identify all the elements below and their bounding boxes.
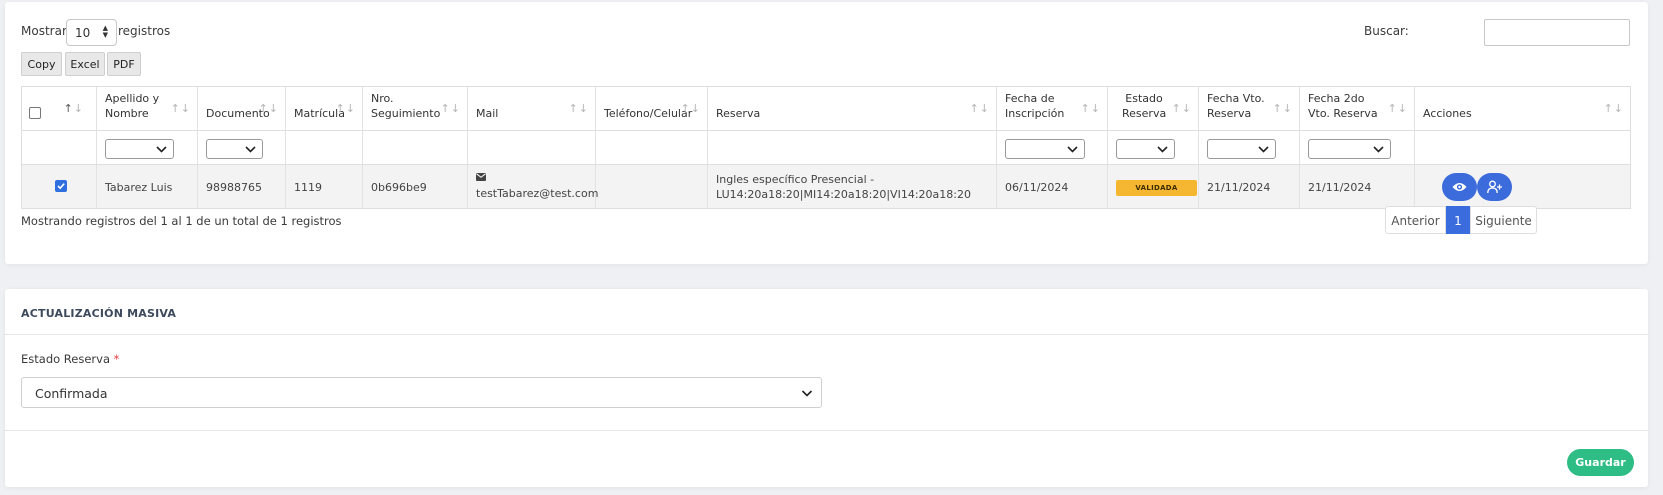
cell-seguimiento: 0b696be9	[371, 181, 427, 194]
view-button[interactable]	[1442, 173, 1477, 201]
page-length-select[interactable]: 10 ▲ ▼	[66, 19, 117, 46]
select-all-checkbox[interactable]	[29, 107, 41, 119]
col-header-select[interactable]: ↑↓	[22, 87, 97, 130]
col-header-telefono[interactable]: Teléfono/Celular ↑↓	[596, 87, 708, 130]
sort-icon: ↑↓	[258, 102, 279, 115]
page-length-value: 10	[75, 26, 91, 40]
chevron-down-icon	[156, 146, 167, 153]
chevron-down-icon	[801, 390, 813, 397]
cell-nombre: Tabarez Luis	[105, 181, 173, 194]
divider	[5, 334, 1648, 335]
sort-icon: ↑↓	[63, 102, 84, 115]
updown-arrows-icon: ▲ ▼	[102, 24, 108, 39]
sort-icon: ↑↓	[568, 102, 589, 115]
cell-matricula: 1119	[294, 181, 322, 194]
sort-icon: ↑↓	[969, 102, 990, 115]
col-header-estado[interactable]: Estado Reserva ↑↓	[1108, 87, 1199, 130]
pagination-prev[interactable]: Anterior	[1385, 206, 1446, 234]
pagination-next[interactable]: Siguiente	[1470, 206, 1537, 234]
estado-reserva-label: Estado Reserva *	[21, 352, 120, 366]
section-title: ACTUALIZACIÓN MASIVA	[21, 307, 177, 320]
cell-reserva: Ingles específico Presencial - LU14:20a1…	[716, 173, 971, 201]
cell-fecha-inscripcion: 06/11/2024	[1005, 181, 1069, 194]
registrations-table: ↑↓ Apellido y Nombre ↑↓ Documento ↑↓ Mat…	[21, 86, 1631, 209]
filter-vto-select[interactable]	[1207, 139, 1276, 159]
col-header-fecha-inscripcion[interactable]: Fecha de Inscripción ↑↓	[997, 87, 1108, 130]
cell-mail[interactable]: testTabarez@test.com	[476, 186, 598, 201]
sort-icon: ↑↓	[1171, 102, 1192, 115]
filter-vto2-select[interactable]	[1308, 139, 1391, 159]
excel-button[interactable]: Excel	[65, 52, 105, 76]
search-label: Buscar:	[1364, 24, 1409, 38]
add-user-button[interactable]	[1477, 173, 1512, 201]
sort-icon: ↑↓	[170, 102, 191, 115]
pdf-button[interactable]: PDF	[107, 52, 141, 76]
col-header-acciones[interactable]: Acciones ↑↓	[1415, 87, 1630, 130]
registrations-card: Mostrar 10 ▲ ▼ registros Buscar: Copy Exc…	[5, 2, 1648, 264]
cell-vto: 21/11/2024	[1207, 181, 1271, 194]
col-header-nombre[interactable]: Apellido y Nombre ↑↓	[97, 87, 198, 130]
col-header-documento[interactable]: Documento ↑↓	[198, 87, 286, 130]
estado-reserva-value: Confirmada	[35, 386, 108, 401]
cell-documento: 98988765	[206, 181, 262, 194]
chevron-down-icon	[245, 146, 256, 153]
col-header-matricula[interactable]: Matrícula ↑↓	[286, 87, 363, 130]
sort-icon: ↑↓	[1080, 102, 1101, 115]
col-header-vto[interactable]: Fecha Vto. Reserva ↑↓	[1199, 87, 1300, 130]
user-plus-icon	[1487, 180, 1502, 194]
chevron-down-icon	[1067, 146, 1078, 153]
check-icon	[57, 183, 65, 190]
col-header-vto2[interactable]: Fecha 2do Vto. Reserva ↑↓	[1300, 87, 1415, 130]
length-label-show: Mostrar	[21, 24, 67, 38]
filter-estado-select[interactable]	[1116, 139, 1175, 159]
sort-icon: ↑↓	[1387, 102, 1408, 115]
table-header-row: ↑↓ Apellido y Nombre ↑↓ Documento ↑↓ Mat…	[22, 87, 1630, 131]
filter-nombre-select[interactable]	[105, 139, 174, 159]
table-info: Mostrando registros del 1 al 1 de un tot…	[21, 214, 342, 228]
eye-icon	[1452, 183, 1467, 191]
status-badge: VALIDADA	[1116, 180, 1197, 196]
save-button[interactable]: Guardar	[1567, 449, 1634, 476]
sort-icon: ↑↓	[335, 102, 356, 115]
required-mark: *	[113, 352, 120, 366]
col-header-mail[interactable]: Mail ↑↓	[468, 87, 596, 130]
col-header-reserva[interactable]: Reserva ↑↓	[708, 87, 997, 130]
chevron-down-icon	[1373, 146, 1384, 153]
pagination-page-1[interactable]: 1	[1446, 206, 1470, 234]
envelope-icon	[476, 173, 486, 181]
estado-reserva-select[interactable]: Confirmada	[21, 377, 822, 408]
row-checkbox[interactable]	[55, 180, 67, 192]
filter-documento-select[interactable]	[206, 139, 263, 159]
chevron-down-icon	[1157, 146, 1168, 153]
table-filter-row	[22, 131, 1630, 165]
filter-fecha-inscripcion-select[interactable]	[1005, 139, 1085, 159]
copy-button[interactable]: Copy	[21, 52, 62, 76]
length-label-records: registros	[118, 24, 171, 38]
search-input[interactable]	[1484, 19, 1630, 46]
sort-icon: ↑↓	[680, 102, 701, 115]
sort-icon: ↑↓	[1272, 102, 1293, 115]
bulk-update-card: ACTUALIZACIÓN MASIVA Estado Reserva * Co…	[5, 289, 1648, 487]
col-header-seguimiento[interactable]: Nro. Seguimiento ↑↓	[363, 87, 468, 130]
divider	[5, 430, 1648, 431]
sort-icon: ↑↓	[440, 102, 461, 115]
cell-vto2: 21/11/2024	[1308, 181, 1372, 194]
table-row[interactable]: Tabarez Luis 98988765 1119 0b696be9 test…	[22, 165, 1630, 208]
sort-icon: ↑↓	[1603, 102, 1624, 115]
chevron-down-icon	[1258, 146, 1269, 153]
